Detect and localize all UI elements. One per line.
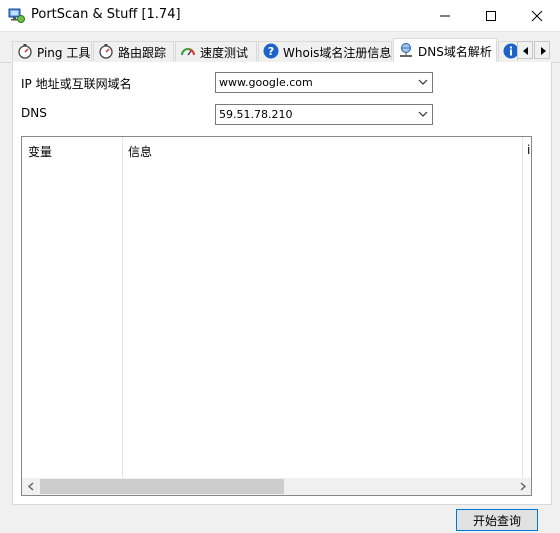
- speedometer-icon: [181, 48, 195, 56]
- window-title: PortScan & Stuff [1.74]: [31, 7, 181, 22]
- title-bar: PortScan & Stuff [1.74]: [0, 0, 560, 32]
- info-icon: [503, 43, 517, 59]
- scroll-right-button[interactable]: [514, 478, 531, 495]
- column-header-info[interactable]: 信息: [128, 143, 152, 160]
- minimize-button[interactable]: [422, 0, 468, 31]
- column-header-variable[interactable]: 变量: [28, 143, 52, 160]
- question-icon: ?: [263, 43, 279, 59]
- results-listview[interactable]: 变量 信息 i: [21, 136, 532, 496]
- maximize-button[interactable]: [468, 0, 514, 31]
- svg-text:?: ?: [268, 45, 274, 58]
- tab-ping[interactable]: Ping 工具: [12, 41, 92, 61]
- column-separator: [122, 137, 123, 478]
- tab-info-partial[interactable]: [498, 41, 518, 61]
- chevron-down-icon: [418, 111, 428, 117]
- app-network-icon: [8, 8, 25, 23]
- column-separator: [522, 137, 523, 478]
- minimize-icon: [440, 15, 450, 17]
- tab-strip: Ping 工具 路由跟踪 速度测试 ? Whois域名注册信息 DNS域名解析: [0, 38, 560, 63]
- dns-label: DNS: [21, 106, 47, 120]
- stopwatch-icon: [99, 44, 113, 59]
- tab-scroll-arrows: [517, 41, 551, 59]
- dns-value: 59.51.78.210: [219, 108, 293, 121]
- arrow-left-icon: [523, 47, 528, 55]
- host-value: www.google.com: [219, 76, 313, 89]
- chevron-right-icon: [520, 482, 527, 491]
- scrollbar-thumb[interactable]: [40, 479, 284, 494]
- tab-whois[interactable]: ? Whois域名注册信息: [258, 41, 392, 61]
- dns-combobox[interactable]: 59.51.78.210: [215, 104, 433, 125]
- start-query-button[interactable]: 开始查询: [456, 509, 538, 531]
- tab-traceroute[interactable]: 路由跟踪: [93, 41, 174, 61]
- maximize-icon: [486, 11, 496, 21]
- close-button[interactable]: [514, 0, 560, 31]
- tab-dns-lookup[interactable]: DNS域名解析: [393, 38, 497, 63]
- stopwatch-icon: [18, 44, 32, 59]
- chevron-left-icon: [27, 482, 34, 491]
- tab-speed-test[interactable]: 速度测试: [175, 41, 257, 61]
- host-combobox[interactable]: www.google.com: [215, 72, 433, 93]
- scroll-left-button[interactable]: [22, 478, 39, 495]
- network-globe-icon: [400, 43, 412, 57]
- host-label: IP 地址或互联网域名: [21, 77, 132, 91]
- horizontal-scrollbar[interactable]: [22, 478, 531, 495]
- arrow-right-icon: [541, 47, 546, 55]
- chevron-down-icon: [418, 79, 428, 85]
- close-icon: [531, 10, 543, 22]
- tab-scroll-left-button[interactable]: [517, 41, 533, 59]
- column-header-partial[interactable]: i: [527, 143, 531, 157]
- tab-scroll-right-button[interactable]: [534, 41, 550, 59]
